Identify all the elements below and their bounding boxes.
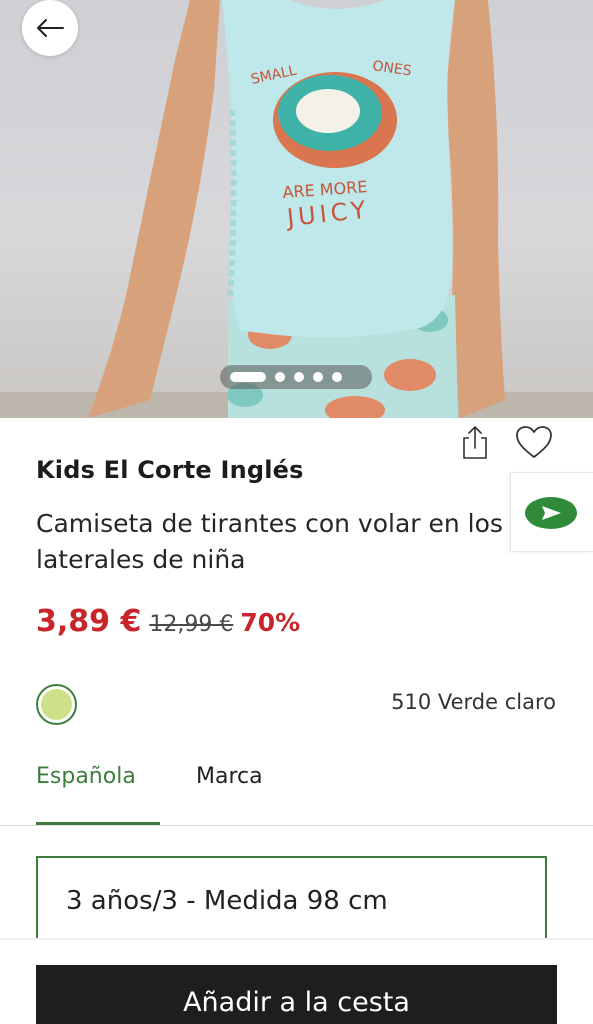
back-button[interactable] bbox=[22, 0, 78, 56]
size-selector[interactable]: 3 años/3 - Medida 98 cm bbox=[36, 856, 547, 938]
share-icon bbox=[463, 426, 487, 459]
color-swatch-fill bbox=[41, 689, 72, 720]
original-price: 12,99 € bbox=[149, 612, 234, 637]
chat-button[interactable] bbox=[510, 472, 593, 552]
pager-dot-active[interactable] bbox=[230, 372, 266, 382]
product-photo: SMALL ONES ARE MORE JUICY bbox=[88, 0, 505, 418]
favorite-button[interactable] bbox=[514, 424, 554, 462]
image-pager[interactable] bbox=[220, 365, 372, 389]
add-to-cart-label: Añadir a la cesta bbox=[183, 987, 410, 1018]
active-tab-indicator bbox=[36, 822, 160, 825]
pager-dot[interactable] bbox=[294, 372, 304, 382]
heart-icon bbox=[516, 426, 552, 458]
add-to-cart-button[interactable]: Añadir a la cesta bbox=[36, 965, 557, 1024]
tab-marca[interactable]: Marca bbox=[196, 764, 263, 824]
color-name: 510 Verde claro bbox=[391, 690, 556, 714]
send-icon bbox=[525, 497, 577, 529]
tab-espanola[interactable]: Española bbox=[36, 764, 136, 824]
product-image-carousel[interactable]: SMALL ONES ARE MORE JUICY bbox=[0, 0, 593, 418]
current-price: 3,89 € bbox=[36, 604, 142, 639]
pager-dot[interactable] bbox=[332, 372, 342, 382]
size-chart-tabs: Española Marca bbox=[0, 756, 593, 826]
arrow-left-icon bbox=[37, 19, 64, 37]
share-button[interactable] bbox=[458, 424, 492, 462]
pager-dot[interactable] bbox=[313, 372, 323, 382]
size-selector-value: 3 años/3 - Medida 98 cm bbox=[66, 886, 388, 916]
pager-dot[interactable] bbox=[275, 372, 285, 382]
divider bbox=[0, 938, 593, 940]
price-row: 3,89 € 12,99 € 70% bbox=[36, 604, 300, 639]
color-swatch[interactable] bbox=[36, 684, 77, 725]
product-brand[interactable]: Kids El Corte Inglés bbox=[36, 456, 304, 484]
discount-percent: 70% bbox=[240, 608, 301, 637]
product-title: Camiseta de tirantes con volar en los la… bbox=[36, 509, 503, 574]
